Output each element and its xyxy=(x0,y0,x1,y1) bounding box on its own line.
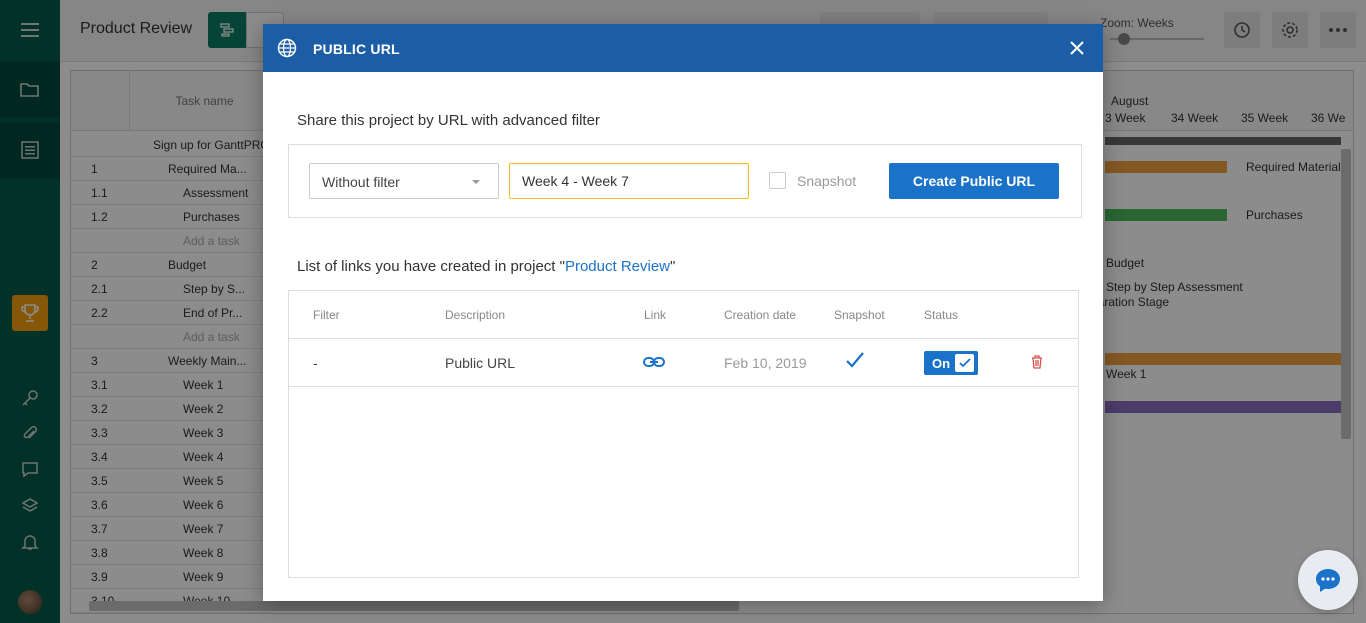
project-link[interactable]: Product Review xyxy=(565,258,670,275)
close-icon[interactable] xyxy=(1067,38,1087,58)
share-heading: Share this project by URL with advanced … xyxy=(297,112,600,129)
link-icon[interactable] xyxy=(643,353,665,376)
snapshot-label: Snapshot xyxy=(797,173,857,189)
chat-icon[interactable] xyxy=(1298,550,1358,610)
table-row: - Public URL Feb 10, 2019 On xyxy=(289,339,1078,387)
column-header: Description xyxy=(445,308,506,322)
column-header: Status xyxy=(924,308,959,322)
links-heading-suffix: " xyxy=(670,258,676,275)
column-header: Creation date xyxy=(724,308,797,322)
check-icon xyxy=(955,354,974,372)
status-toggle[interactable]: On xyxy=(924,351,978,375)
globe-icon xyxy=(277,38,297,63)
column-header: Filter xyxy=(313,308,340,322)
column-header: Link xyxy=(644,308,667,322)
snapshot-check-icon xyxy=(845,351,865,374)
modal-header: PUBLIC URL xyxy=(263,24,1103,72)
chevron-down-icon xyxy=(472,180,480,184)
creation-date-cell: Feb 10, 2019 xyxy=(724,355,807,371)
links-heading: List of links you have created in projec… xyxy=(297,258,675,275)
snapshot-checkbox[interactable] xyxy=(769,172,786,189)
filter-panel: Without filter Snapshot Create Public UR… xyxy=(288,144,1082,218)
table-header: Filter Description Link Creation date Sn… xyxy=(289,291,1078,339)
modal-title: PUBLIC URL xyxy=(313,41,400,57)
filter-cell: - xyxy=(313,355,318,371)
public-url-modal: PUBLIC URL Share this project by URL wit… xyxy=(263,24,1103,601)
description-cell: Public URL xyxy=(445,355,516,371)
links-heading-prefix: List of links you have created in projec… xyxy=(297,258,565,275)
trash-icon[interactable] xyxy=(1031,355,1043,374)
filter-select-value: Without filter xyxy=(322,174,400,190)
filter-select[interactable]: Without filter xyxy=(309,163,499,199)
filter-input[interactable] xyxy=(509,163,749,199)
links-table: Filter Description Link Creation date Sn… xyxy=(288,290,1079,578)
status-toggle-label: On xyxy=(932,356,951,371)
create-public-url-button[interactable]: Create Public URL xyxy=(889,163,1059,199)
column-header: Snapshot xyxy=(834,308,885,322)
